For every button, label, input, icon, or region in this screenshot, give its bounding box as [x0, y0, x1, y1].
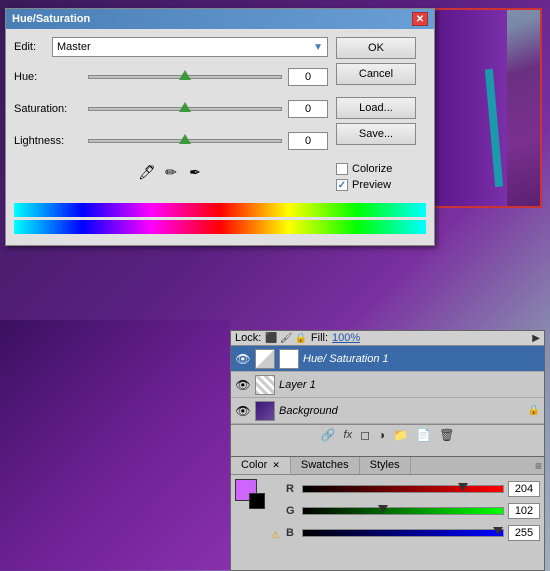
dialog-title: Hue/Saturation [12, 13, 90, 25]
dialog-close-button[interactable]: ✕ [412, 12, 428, 26]
layer-row-layer1[interactable]: 👁 Layer 1 [231, 372, 544, 398]
layer-mask-hue-sat [279, 349, 299, 369]
load-button[interactable]: Load... [336, 97, 416, 119]
lightness-label: Lightness: [14, 135, 82, 147]
eyedropper-subtract-icon[interactable]: ✒ [186, 163, 204, 181]
blue-value[interactable]: 255 [508, 525, 540, 541]
panel-options-button[interactable]: ≡ [535, 459, 542, 473]
preview-label: Preview [352, 179, 391, 191]
blue-channel-label: B [286, 527, 298, 539]
saturation-value[interactable]: 0 [288, 100, 328, 118]
background-lock-icon: 🔒 [528, 405, 540, 416]
layer-name-background: Background [279, 405, 524, 417]
red-channel-label: R [286, 483, 298, 495]
hue-slider[interactable] [88, 67, 282, 87]
colorize-row: Colorize [336, 163, 426, 175]
adjustment-icon[interactable]: ◑ [378, 428, 385, 442]
mask-icon[interactable]: ◻ [360, 428, 370, 442]
saturation-slider[interactable] [88, 99, 282, 119]
lock-paint-icon[interactable]: 🖌 [280, 333, 293, 344]
lightness-slider[interactable] [88, 131, 282, 151]
tab-styles[interactable]: Styles [360, 457, 411, 474]
red-slider[interactable] [302, 485, 504, 493]
fill-value: 100% [332, 332, 360, 344]
tab-color[interactable]: Color ✕ [231, 457, 291, 474]
tab-swatches[interactable]: Swatches [291, 457, 360, 474]
dialog-titlebar: Hue/Saturation ✕ [6, 9, 434, 29]
layers-bottom-bar: 🔗 fx ◻ ◑ 📁 📄 🗑 [231, 424, 544, 445]
blue-channel-row: B 255 [286, 523, 540, 543]
checkmark-icon: ✓ [338, 180, 346, 191]
cancel-button[interactable]: Cancel [336, 63, 416, 85]
green-slider[interactable] [302, 507, 504, 515]
lightness-slider-thumb [179, 134, 191, 144]
layer-eye-layer1[interactable]: 👁 [235, 377, 251, 393]
layer-name-hue-sat: Hue/ Saturation 1 [303, 353, 540, 365]
layer-eye-background[interactable]: 👁 [235, 403, 251, 419]
fx-icon[interactable]: fx [344, 429, 353, 441]
spectrum-container [6, 203, 434, 245]
color-swatch-container [235, 479, 265, 509]
group-icon[interactable]: 📁 [393, 428, 408, 442]
layer-thumb-hue-sat [255, 349, 275, 369]
hue-label: Hue: [14, 71, 82, 83]
warning-area: ⚠ [271, 479, 280, 545]
colorize-label: Colorize [352, 163, 392, 175]
lock-icons: ⬛ 🖌 🔒 [265, 333, 307, 344]
spectrum-bar-bottom [14, 220, 426, 234]
layers-panel: Lock: ⬛ 🖌 🔒 Fill: 100% ▶ 👁 Hue/ Saturati… [230, 330, 545, 460]
background-color[interactable] [249, 493, 265, 509]
red-slider-thumb [458, 483, 468, 491]
blue-slider[interactable] [302, 529, 504, 537]
fill-expand-icon[interactable]: ▶ [532, 333, 540, 344]
preview-row: ✓ Preview [336, 179, 426, 191]
colorize-checkbox[interactable] [336, 163, 348, 175]
hue-saturation-dialog: Hue/Saturation ✕ Edit: Master ▼ Hue: [5, 8, 435, 246]
eyedropper-icon[interactable]: 🖊 [138, 163, 156, 181]
color-panel: Color ✕ Swatches Styles ≡ ⚠ R [230, 456, 545, 571]
layers-header: Lock: ⬛ 🖌 🔒 Fill: 100% ▶ [231, 331, 544, 346]
trash-icon[interactable]: 🗑 [439, 428, 454, 442]
edit-dropdown[interactable]: Master ▼ [52, 37, 328, 57]
layer-thumb-layer1 [255, 375, 275, 395]
lightness-value[interactable]: 0 [288, 132, 328, 150]
red-channel-row: R 204 [286, 479, 540, 499]
edit-dropdown-value: Master [57, 41, 91, 53]
new-layer-icon[interactable]: 📄 [416, 428, 431, 442]
fill-label: Fill: [311, 332, 328, 344]
hue-slider-thumb [179, 70, 191, 80]
save-button[interactable]: Save... [336, 123, 416, 145]
ok-button[interactable]: OK [336, 37, 416, 59]
layer-eye-hue-sat[interactable]: 👁 [235, 351, 251, 367]
layer-row-background[interactable]: 👁 Background 🔒 [231, 398, 544, 424]
bottom-left-photo [0, 320, 230, 570]
saturation-slider-thumb [179, 102, 191, 112]
lock-transparency-icon[interactable]: ⬛ [265, 333, 277, 344]
hue-value[interactable]: 0 [288, 68, 328, 86]
photo-preview [427, 8, 542, 208]
spectrum-bar-top [14, 203, 426, 217]
edit-label: Edit: [14, 41, 46, 53]
tab-color-close[interactable]: ✕ [272, 460, 280, 470]
green-channel-label: G [286, 505, 298, 517]
saturation-label: Saturation: [14, 103, 82, 115]
preview-checkbox[interactable]: ✓ [336, 179, 348, 191]
gamut-warning-icon[interactable]: ⚠ [271, 530, 280, 541]
green-slider-thumb [378, 505, 388, 513]
lock-position-icon[interactable]: 🔒 [294, 333, 306, 344]
color-panel-body: ⚠ R 204 G 102 B [231, 475, 544, 549]
color-sliders: R 204 G 102 B 255 [286, 479, 540, 545]
lock-label: Lock: [235, 332, 261, 344]
blue-slider-thumb [493, 527, 503, 535]
color-panel-tabs: Color ✕ Swatches Styles ≡ [231, 457, 544, 475]
dropdown-arrow-icon: ▼ [313, 42, 323, 53]
link-icon[interactable]: 🔗 [321, 428, 336, 442]
red-value[interactable]: 204 [508, 481, 540, 497]
layer-thumb-background [255, 401, 275, 421]
layer-row-hue-sat[interactable]: 👁 Hue/ Saturation 1 [231, 346, 544, 372]
eyedropper-add-icon[interactable]: ✏ [162, 163, 180, 181]
green-channel-row: G 102 [286, 501, 540, 521]
layer-name-layer1: Layer 1 [279, 379, 540, 391]
green-value[interactable]: 102 [508, 503, 540, 519]
